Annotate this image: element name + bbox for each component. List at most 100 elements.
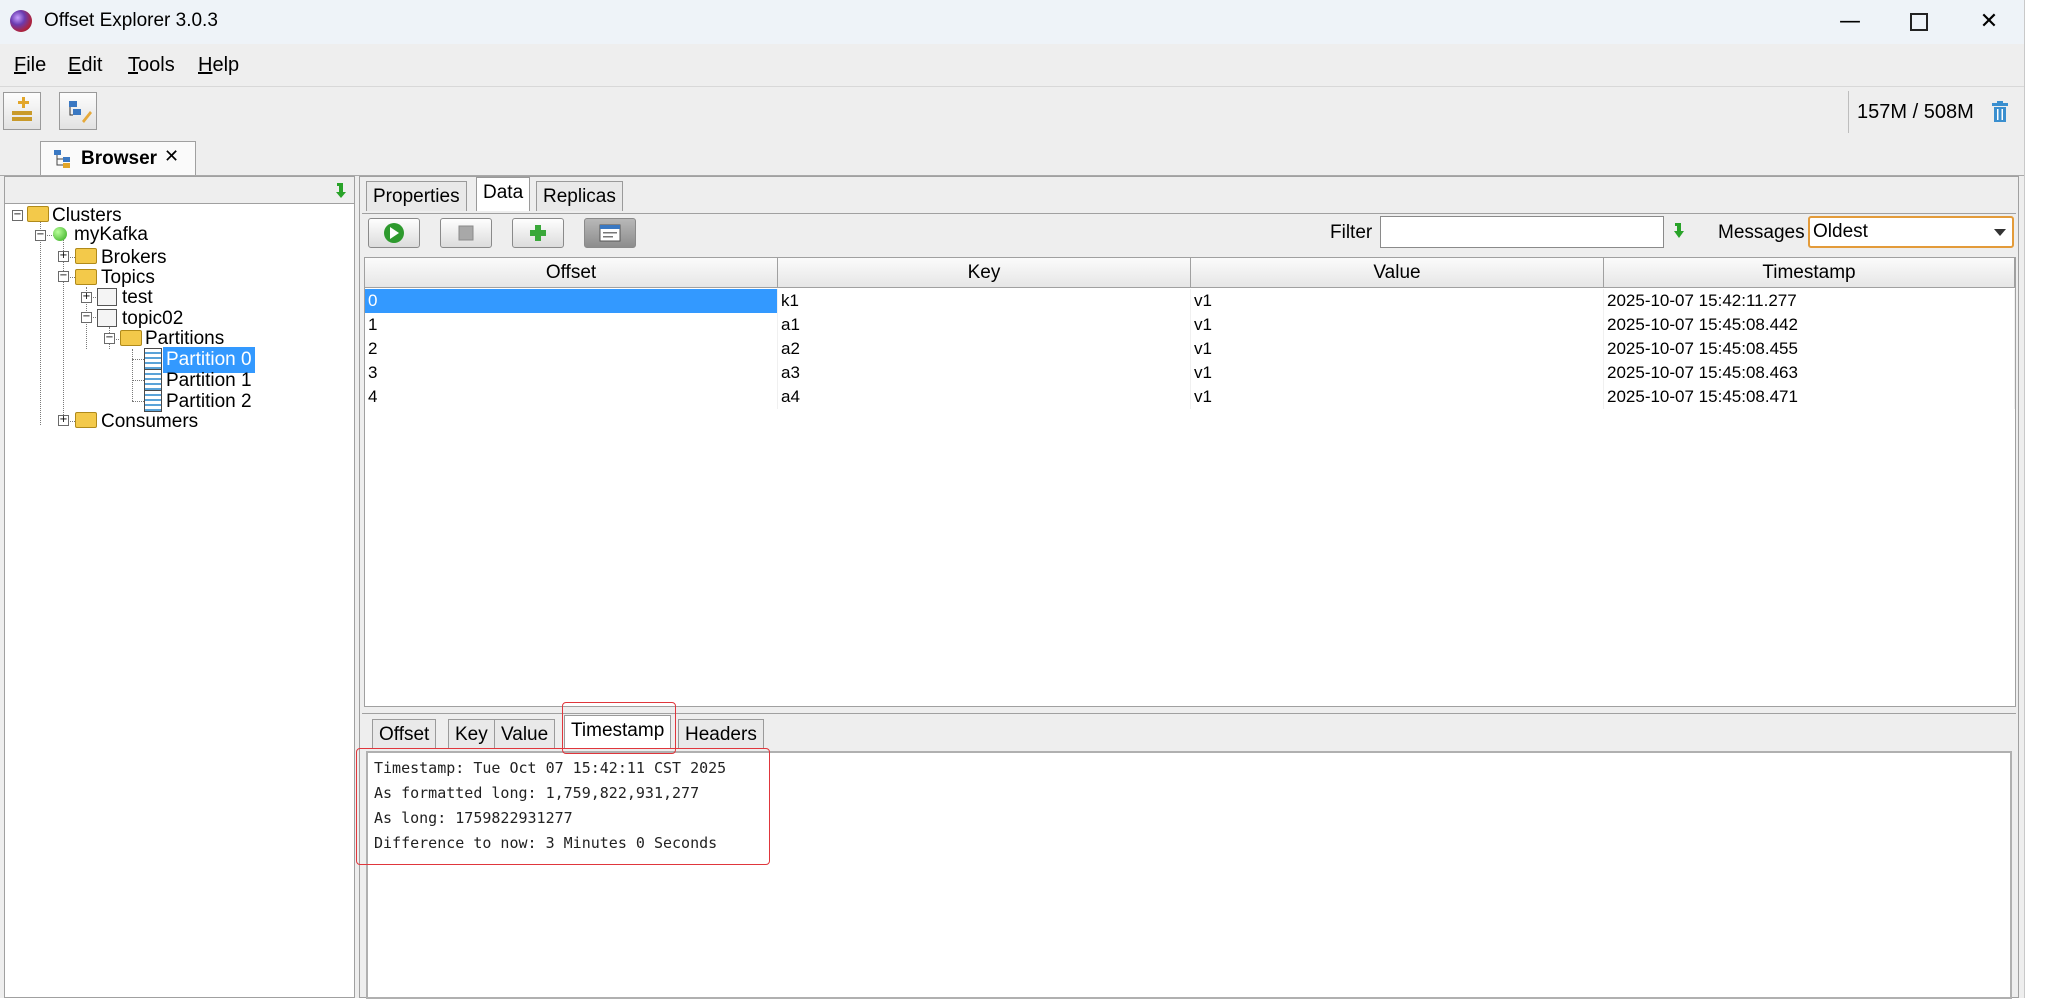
table-row[interactable]: 4 a4 v1 2025-10-07 15:45:08.471 [365,385,2015,409]
cell-offset[interactable]: 4 [365,385,778,409]
menu-help-mnemonic: H [198,54,213,76]
menu-bar: File Edit Tools Help [0,44,2024,86]
tab-properties[interactable]: Properties [366,181,467,211]
tab-data[interactable]: Data [476,177,531,211]
menu-tools-label: ools [138,54,175,76]
main-toolbar: 157M / 508M [0,86,2024,138]
table-row[interactable]: 1 a1 v1 2025-10-07 15:45:08.442 [365,313,2015,337]
menu-tools[interactable]: Tools [128,54,175,77]
filter-label: Filter [1330,222,1373,243]
menu-file[interactable]: File [14,54,46,77]
menu-edit-label: dit [81,54,103,76]
cell-timestamp[interactable]: 2025-10-07 15:42:11.277 [1604,289,2015,313]
browser-tab[interactable]: Browser ✕ [40,141,196,175]
close-icon: ✕ [1979,9,1999,34]
minimize-icon: — [1839,9,1861,34]
expand-test-toggle[interactable]: + [81,292,92,303]
partition-icon [144,348,162,370]
expand-brokers-toggle[interactable]: + [58,251,69,262]
column-header-offset[interactable]: Offset [365,258,778,288]
messages-selected-value: Oldest [1813,221,1868,242]
stop-icon [458,225,474,241]
add-connection-button[interactable] [3,92,41,130]
cell-timestamp[interactable]: 2025-10-07 15:45:08.455 [1604,337,2015,361]
topic-icon [97,288,117,306]
minimize-button[interactable]: — [1815,0,1885,44]
cell-timestamp[interactable]: 2025-10-07 15:45:08.463 [1604,361,2015,385]
view-message-button[interactable] [584,218,636,248]
cell-offset[interactable]: 2 [365,337,778,361]
refresh-arrow-icon[interactable] [334,181,350,199]
menu-help[interactable]: Help [198,54,239,77]
play-icon [384,223,404,243]
browser-tab-label: Browser [81,148,158,169]
tree-panel-header [5,177,354,204]
menu-edit-mnemonic: E [68,54,82,76]
detail-tab-value[interactable]: Value [494,719,556,749]
collapse-mykafka-toggle[interactable]: − [35,230,46,241]
run-button[interactable] [368,218,420,248]
detail-tab-headers[interactable]: Headers [678,719,764,749]
messages-select[interactable]: Oldest [1808,216,2014,248]
menu-edit[interactable]: Edit [68,54,102,77]
menu-file-mnemonic: F [14,54,27,76]
cell-key[interactable]: k1 [778,289,1191,313]
apply-filter-icon[interactable] [1672,222,1690,240]
detail-tab-offset[interactable]: Offset [372,719,437,749]
filter-input[interactable] [1380,216,1664,248]
cell-timestamp[interactable]: 2025-10-07 15:45:08.471 [1604,385,2015,409]
collapse-clusters-toggle[interactable]: − [12,210,23,221]
table-row[interactable]: 3 a3 v1 2025-10-07 15:45:08.463 [365,361,2015,385]
maximize-icon [1910,13,1928,31]
expand-consumers-toggle[interactable]: + [58,415,69,426]
collapse-topics-toggle[interactable]: − [58,271,69,282]
cell-timestamp[interactable]: 2025-10-07 15:45:08.442 [1604,313,2015,337]
collapse-topic02-toggle[interactable]: − [81,312,92,323]
data-toolbar: Filter Messages Oldest [362,213,2016,258]
cell-offset[interactable]: 3 [365,361,778,385]
messages-table: Offset Key Value Timestamp 0 k1 v1 2025-… [364,257,2016,707]
close-tab-icon[interactable]: ✕ [164,146,179,167]
document-tab-row: Browser ✕ [0,137,2024,176]
cell-key[interactable]: a3 [778,361,1191,385]
table-row[interactable]: 0 k1 v1 2025-10-07 15:42:11.277 [365,289,2015,313]
add-message-button[interactable] [512,218,564,248]
maximize-button[interactable] [1884,0,1954,44]
partition-detail-panel: Properties Data Replicas Filter Messages… [359,176,2019,999]
menu-help-label: elp [212,54,240,76]
cell-value[interactable]: v1 [1191,313,1604,337]
tab-replicas[interactable]: Replicas [536,181,623,211]
tree-label-consumers: Consumers [101,411,199,432]
cell-key[interactable]: a4 [778,385,1191,409]
cell-value[interactable]: v1 [1191,337,1604,361]
table-row[interactable]: 2 a2 v1 2025-10-07 15:45:08.455 [365,337,2015,361]
detail-tab-key[interactable]: Key [448,719,495,749]
trash-icon[interactable] [1991,101,2009,123]
collapse-partitions-toggle[interactable]: − [104,333,115,344]
cell-key[interactable]: a1 [778,313,1191,337]
cell-offset[interactable]: 1 [365,313,778,337]
open-folder-icon [75,269,97,285]
stop-button[interactable] [440,218,492,248]
column-header-timestamp[interactable]: Timestamp [1604,258,2015,288]
column-header-key[interactable]: Key [778,258,1191,288]
message-view-icon [599,224,621,242]
highlight-timestamp-details [356,748,770,865]
title-bar: Offset Explorer 3.0.3 — ✕ [0,0,2024,44]
column-header-value[interactable]: Value [1191,258,1604,288]
open-folder-icon [120,330,142,346]
close-window-button[interactable]: ✕ [1954,0,2024,44]
open-folder-icon [27,206,49,222]
connected-status-icon [53,227,67,241]
cell-value[interactable]: v1 [1191,289,1604,313]
tree-node-consumers[interactable]: Consumers [98,409,201,435]
cell-key[interactable]: a2 [778,337,1191,361]
edit-connection-button[interactable] [59,92,97,130]
edit-connection-icon [69,101,92,123]
cell-value[interactable]: v1 [1191,385,1604,409]
memory-usage: 157M / 508M [1857,101,1974,123]
cell-value[interactable]: v1 [1191,361,1604,385]
cell-offset[interactable]: 0 [365,289,778,313]
folder-icon [75,412,97,428]
window-title: Offset Explorer 3.0.3 [44,10,218,31]
